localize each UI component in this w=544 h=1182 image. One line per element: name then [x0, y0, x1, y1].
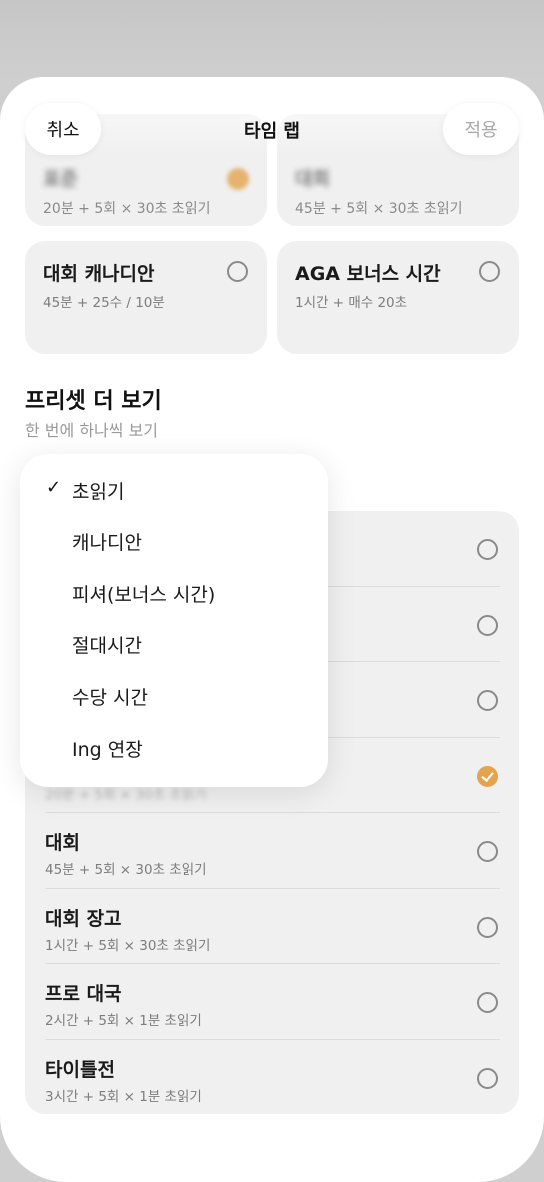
radio-icon[interactable]	[477, 614, 498, 636]
list-item[interactable]: 프로 대국 2시간 + 5회 × 1분 초읽기	[25, 964, 519, 1040]
cancel-button[interactable]: 취소	[25, 103, 101, 155]
section-title: 프리셋 더 보기	[25, 389, 162, 414]
sheet-title: 타임 랩	[244, 121, 300, 142]
preset-card-title: 대회 캐나디안	[43, 263, 155, 285]
list-item-title: 대회	[45, 832, 80, 854]
preset-card-subtitle: 45분 + 25수 / 10분	[43, 295, 165, 311]
preset-card-title: AGA 보너스 시간	[295, 263, 441, 285]
radio-icon[interactable]	[479, 261, 500, 282]
apply-button[interactable]: 적용	[443, 103, 519, 155]
menu-item-label: 절대시간	[72, 635, 142, 657]
list-item[interactable]: 타이틀전 3시간 + 5회 × 1분 초읽기	[25, 1040, 519, 1115]
menu-item-label: Ing 연장	[72, 739, 143, 761]
menu-item-label: 수당 시간	[72, 687, 148, 709]
preset-card-aga-bonus[interactable]: AGA 보너스 시간 1시간 + 매수 20초	[277, 241, 519, 354]
list-item-title: 대회 장고	[45, 907, 122, 930]
preset-card-title: 대회	[295, 168, 330, 190]
radio-icon[interactable]	[477, 690, 498, 711]
preset-card-tournament-canadian[interactable]: 대회 캐나디안 45분 + 25수 / 10분	[25, 241, 267, 354]
list-item[interactable]: 대회 45분 + 5회 × 30초 초읽기	[25, 813, 519, 889]
radio-icon[interactable]	[477, 992, 498, 1013]
preset-card-subtitle: 20분 + 5회 × 30초 초읽기	[43, 201, 211, 217]
checkmark-icon: ✓	[46, 477, 62, 498]
list-item-subtitle: 45분 + 5회 × 30초 초읽기	[45, 862, 207, 878]
radio-icon[interactable]	[477, 1067, 498, 1089]
radio-icon[interactable]	[227, 261, 248, 282]
list-item-subtitle: 2시간 + 5회 × 1분 초읽기	[45, 1013, 202, 1029]
menu-item-label: 캐나디안	[72, 532, 142, 554]
list-item-subtitle: 3시간 + 5회 × 1분 초읽기	[45, 1088, 202, 1105]
radio-icon[interactable]	[477, 539, 498, 560]
menu-item-label: 초읽기	[72, 481, 125, 503]
preset-card-subtitle: 1시간 + 매수 20초	[295, 295, 408, 311]
list-item-title: 프로 대국	[45, 983, 122, 1005]
menu-item-fischer[interactable]: 피셔(보너스 시간)	[20, 567, 328, 618]
preset-card-title: 표준	[43, 168, 78, 190]
check-icon	[227, 168, 249, 190]
section-subtitle: 한 번에 하나씩 보기	[25, 421, 159, 440]
list-item-subtitle: 1시간 + 5회 × 30초 초읽기	[45, 937, 211, 954]
radio-icon[interactable]	[477, 916, 498, 938]
menu-item-allowance-time[interactable]: 수당 시간	[20, 670, 328, 721]
list-item[interactable]: 대회 장고 1시간 + 5회 × 30초 초읽기	[25, 889, 519, 964]
menu-item-absolute[interactable]: 절대시간	[20, 618, 328, 669]
menu-item-canadian[interactable]: 캐나디안	[20, 515, 328, 566]
preset-card-subtitle: 45분 + 5회 × 30초 초읽기	[295, 201, 463, 217]
time-settings-sheet: 표준 20분 + 5회 × 30초 초읽기 대회 45분 + 5회 × 30초 …	[0, 77, 544, 1182]
list-item-title: 타이틀전	[45, 1058, 115, 1081]
time-control-type-menu: ✓ 초읽기 캐나디안 피셔(보너스 시간) 절대시간 수당 시간 Ing 연장	[20, 454, 328, 787]
checked-radio-icon[interactable]	[477, 765, 498, 787]
menu-item-ing-extension[interactable]: Ing 연장	[20, 722, 328, 773]
radio-icon[interactable]	[477, 841, 498, 862]
menu-item-label: 피셔(보너스 시간)	[72, 584, 216, 606]
menu-item-byoyomi[interactable]: ✓ 초읽기	[20, 464, 328, 515]
